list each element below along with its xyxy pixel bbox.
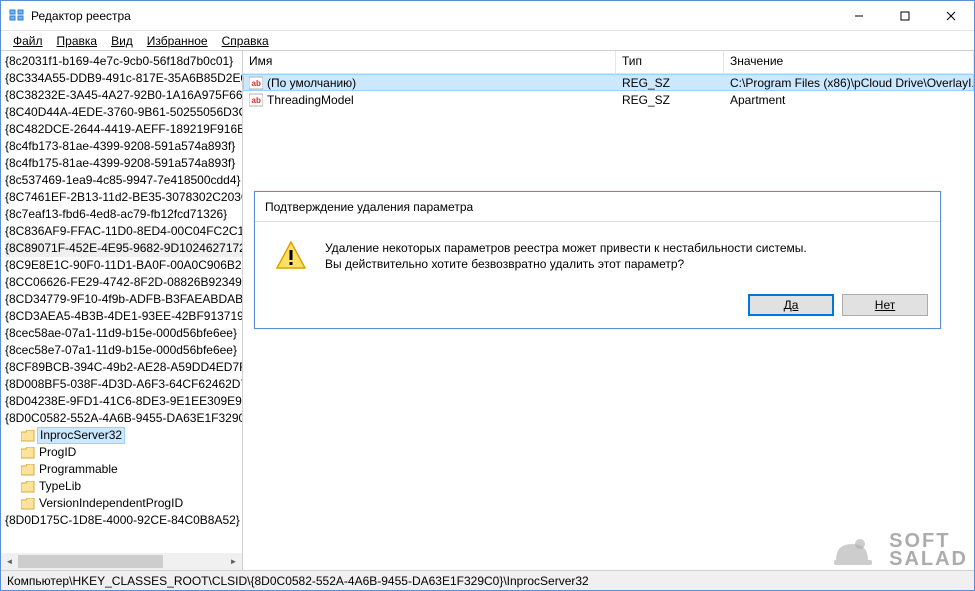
regedit-icon [9,8,25,24]
menubar: Файл Правка Вид Избранное Справка [1,31,974,51]
tree-inner[interactable]: {8c2031f1-b169-4e7c-9cb0-56f18d7b0c01}{8… [1,51,242,531]
cell-name: ab(По умолчанию) [243,76,616,90]
tree-folder-label: VersionIndependentProgID [38,496,184,511]
svg-text:ab: ab [252,79,261,88]
folder-icon [21,481,35,493]
tree-pane: {8c2031f1-b169-4e7c-9cb0-56f18d7b0c01}{8… [1,51,243,570]
string-value-icon: ab [249,76,263,90]
tree-item[interactable]: {8c4fb173-81ae-4399-9208-591a574a893f} [5,138,242,155]
warning-icon [275,240,307,272]
tree-item[interactable]: {8C482DCE-2644-4419-AEFF-189219F916B9} [5,121,242,138]
dialog-title: Подтверждение удаления параметра [255,192,940,222]
no-button[interactable]: Нет [842,294,928,316]
folder-icon [21,498,35,510]
cell-value: Apartment [724,93,974,107]
tree-folder-label: InprocServer32 [38,428,124,443]
svg-text:ab: ab [252,96,261,105]
tree-folder-programmable[interactable]: Programmable [5,461,242,478]
dialog-text: Удаление некоторых параметров реестра мо… [325,240,807,272]
watermark-l2: SALAD [889,550,968,568]
maximize-button[interactable] [882,1,928,31]
dialog-buttons: Да Нет [255,286,940,328]
folder-icon [21,447,35,459]
tree-item[interactable]: {8D0D175C-1D8E-4000-92CE-84C0B8A52} [5,512,242,529]
tree-item[interactable]: {8C7461EF-2B13-11d2-BE35-3078302C2030} [5,189,242,206]
window-title: Редактор реестра [31,9,836,23]
menu-edit[interactable]: Правка [51,32,104,50]
folder-icon [21,464,35,476]
hscroll-thumb[interactable] [18,555,163,568]
tree-folder-label: ProgID [38,445,77,460]
statusbar-path: Компьютер\HKEY_CLASSES_ROOT\CLSID\{8D0C0… [7,574,589,588]
tree-item[interactable]: {8CF89BCB-394C-49b2-AE28-A59DD4ED7F} [5,359,242,376]
cell-value: C:\Program Files (x86)\pCloud Drive\Over… [724,76,974,90]
string-value-icon: ab [249,93,263,107]
tree-item[interactable]: {8C334A55-DDB9-491c-817E-35A6B85D2E04} [5,70,242,87]
col-header-name[interactable]: Имя [243,51,616,73]
close-button[interactable] [928,1,974,31]
tree-item[interactable]: {8C38232E-3A45-4A27-92B0-1A16A975F664} [5,87,242,104]
tree-item[interactable]: {8cec58ae-07a1-11d9-b15e-000d56bfe6ee} [5,325,242,342]
col-header-value[interactable]: Значение [724,51,974,73]
hscroll-right-icon[interactable]: ► [225,553,242,570]
list-row[interactable]: abThreadingModelREG_SZApartment [243,91,974,108]
yes-button[interactable]: Да [748,294,834,316]
list-row[interactable]: ab(По умолчанию)REG_SZC:\Program Files (… [243,74,974,91]
tree-item[interactable]: {8CD3AEA5-4B3B-4DE1-93EE-42BF9137194} [5,308,242,325]
menu-file[interactable]: Файл [7,32,49,50]
tree-folder-label: TypeLib [38,479,82,494]
hscroll-left-icon[interactable]: ◄ [1,553,18,570]
cell-type: REG_SZ [616,93,724,107]
tree-item[interactable]: {8C836AF9-FFAC-11D0-8ED4-00C04FC2C17} [5,223,242,240]
statusbar: Компьютер\HKEY_CLASSES_ROOT\CLSID\{8D0C0… [1,570,974,590]
tree-item[interactable]: {8D0C0582-552A-4A6B-9455-DA63E1F3290} [5,410,242,427]
tree-item[interactable]: {8C89071F-452E-4E95-9682-9D1024627172} [5,240,242,257]
cell-type: REG_SZ [616,76,724,90]
tree-item[interactable]: {8D008BF5-038F-4D3D-A6F3-64CF62462D7} [5,376,242,393]
tree-item[interactable]: {8C40D44A-4EDE-3760-9B61-50255056D3C} [5,104,242,121]
titlebar: Редактор реестра [1,1,974,31]
menu-help[interactable]: Справка [216,32,275,50]
tree-item[interactable]: {8c2031f1-b169-4e7c-9cb0-56f18d7b0c01} [5,53,242,70]
menu-view[interactable]: Вид [105,32,139,50]
window-buttons [836,1,974,31]
list-header: Имя Тип Значение [243,51,974,74]
watermark: SOFT SALAD [830,530,968,570]
tree-item[interactable]: {8D04238E-9FD1-41C6-8DE3-9E1EE309E935} [5,393,242,410]
tree-folder-versionindependentprogid[interactable]: VersionIndependentProgID [5,495,242,512]
minimize-button[interactable] [836,1,882,31]
tree-item[interactable]: {8c4fb175-81ae-4399-9208-591a574a893f} [5,155,242,172]
tree-item[interactable]: {8c7eaf13-fbd6-4ed8-ac79-fb12fcd71326} [5,206,242,223]
tree-folder-label: Programmable [38,462,119,477]
tree-hscrollbar[interactable]: ◄ ► [1,553,242,570]
confirm-delete-dialog: Подтверждение удаления параметра Удалени… [254,191,941,329]
tree-item[interactable]: {8cec58e7-07a1-11d9-b15e-000d56bfe6ee} [5,342,242,359]
tree-item[interactable]: {8c537469-1ea9-4c85-9947-7e418500cdd4} [5,172,242,189]
tree-folder-progid[interactable]: ProgID [5,444,242,461]
tree-item[interactable]: {8CD34779-9F10-4f9b-ADFB-B3FAEABDAB} [5,291,242,308]
dialog-line2: Вы действительно хотите безвозвратно уда… [325,256,807,272]
menu-favorites[interactable]: Избранное [141,32,214,50]
tree-item[interactable]: {8CC06626-FE29-4742-8F2D-08826B923497} [5,274,242,291]
tree-folder-typelib[interactable]: TypeLib [5,478,242,495]
folder-icon [21,430,35,442]
tree-item[interactable]: {8C9E8E1C-90F0-11D1-BA0F-00A0C906B23} [5,257,242,274]
dialog-body: Удаление некоторых параметров реестра мо… [255,222,940,286]
dialog-line1: Удаление некоторых параметров реестра мо… [325,240,807,256]
col-header-type[interactable]: Тип [616,51,724,73]
hscroll-track[interactable] [18,553,225,570]
cell-name: abThreadingModel [243,93,616,107]
tree-folder-inprocserver32[interactable]: InprocServer32 [5,427,242,444]
